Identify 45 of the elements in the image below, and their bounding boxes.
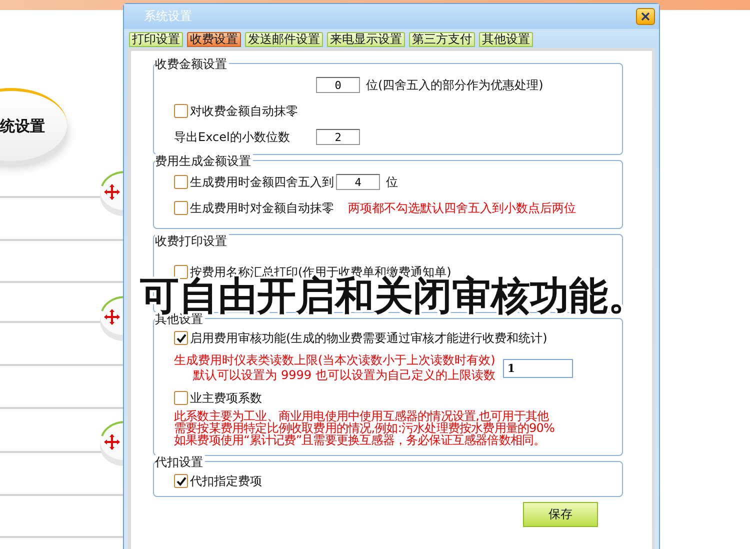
tab[interactable]: 发送邮件设置 (245, 32, 323, 47)
checkbox[interactable] (174, 331, 188, 345)
tab[interactable]: 来电显示设置 (327, 32, 405, 47)
hint-text: 默认可以设置为 9999 也可以设置为自己定义的上限读数 (193, 368, 496, 383)
input-field[interactable]: 0 (316, 77, 360, 93)
checkbox-label: 启用费用审核功能(生成的物业费需要通过审核才能进行收费和统计) (190, 330, 548, 346)
node-label: 统设置 (0, 116, 45, 136)
checkbox-label: 生成费用时对金额自动抹零 (190, 200, 334, 216)
checkbox[interactable] (174, 175, 188, 189)
checkbox-label: 对收费金额自动抹零 (190, 102, 298, 120)
close-button[interactable] (636, 8, 655, 25)
input-field[interactable]: 2 (316, 129, 360, 145)
tab[interactable]: 打印设置 (129, 32, 183, 47)
move-icon (104, 434, 120, 450)
checkbox[interactable] (174, 201, 188, 215)
window-title: 系统设置 (144, 8, 192, 25)
check-icon (176, 476, 186, 486)
hint-text: 需要按某费用特定比例收取费用的情况,例如:污水处理费按水费用量的90% (174, 422, 555, 434)
checkbox[interactable] (174, 474, 188, 488)
field-label: 导出Excel的小数位数 (174, 128, 291, 146)
move-icon (104, 184, 120, 200)
group-title: 收费打印设置 (155, 234, 229, 248)
hint-text: 两项都不勾选默认四舍五入到小数点后两位 (348, 200, 576, 216)
input-field[interactable]: 4 (336, 174, 380, 190)
save-button[interactable]: 保存 (523, 502, 598, 527)
checkbox[interactable] (174, 391, 188, 405)
tab[interactable]: 其他设置 (479, 32, 533, 47)
input-field[interactable]: 1 (503, 358, 574, 378)
group-title: 代扣设置 (155, 455, 205, 469)
group-title: 费用生成金额设置 (155, 154, 253, 168)
hint-text: 此系数主要为工业、商业用电使用中使用互感器的情况设置,也可用于其他 (174, 410, 549, 422)
tab[interactable]: 第三方支付 (409, 32, 475, 47)
move-icon (104, 309, 120, 325)
hint-text: 生成费用时仪表类读数上限(当本次读数小于上次读数时有效) (174, 353, 496, 368)
checkbox[interactable] (174, 104, 188, 118)
tab[interactable]: 收费设置 (187, 32, 241, 47)
unit-label: 位 (386, 174, 398, 190)
checkbox-label: 业主费项系数 (190, 390, 262, 406)
group-title: 收费金额设置 (155, 57, 229, 71)
check-icon (176, 332, 186, 344)
hint-text: 位(四舍五入的部分作为优惠处理) (366, 76, 544, 94)
close-icon (641, 12, 650, 21)
checkbox-label: 生成费用时金额四舍五入到 (190, 174, 334, 190)
checkbox-label: 代扣指定费项 (190, 472, 262, 490)
hint-text: 如果费项使用“累计记费”且需要更换互感器，务必保证互感器倍数相同。 (174, 434, 546, 446)
